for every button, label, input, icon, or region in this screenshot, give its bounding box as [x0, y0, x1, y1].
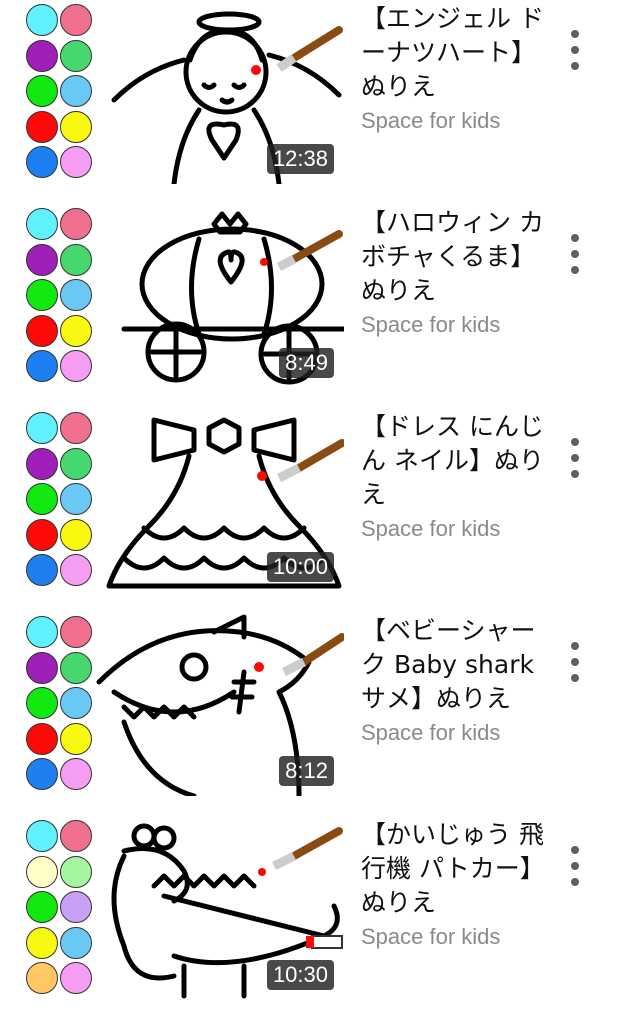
color-swatch: [60, 279, 92, 311]
color-swatch: [26, 926, 58, 959]
channel-name[interactable]: Space for kids: [361, 924, 551, 950]
color-swatch: [60, 4, 92, 36]
color-swatch: [26, 279, 58, 311]
video-thumbnail[interactable]: 10:00: [24, 408, 344, 592]
video-thumbnail[interactable]: 10:30: [24, 816, 344, 1000]
color-swatch: [26, 412, 58, 444]
color-swatch: [60, 483, 92, 515]
color-palette: [24, 816, 98, 1000]
video-thumbnail[interactable]: 12:38: [24, 0, 344, 184]
channel-name[interactable]: Space for kids: [361, 312, 551, 338]
color-swatch: [26, 350, 58, 382]
color-swatch: [60, 891, 92, 923]
color-palette: [24, 408, 98, 592]
color-swatch: [60, 208, 92, 240]
video-title[interactable]: 【ベビーシャーク Baby shark サメ】ぬりえ: [361, 614, 551, 716]
video-info[interactable]: 【エンジェル ドーナツハート】ぬりえ Space for kids: [361, 2, 551, 134]
color-swatch: [60, 962, 92, 994]
video-title[interactable]: 【ドレス にんじん ネイル】ぬりえ: [361, 410, 551, 512]
color-swatch: [26, 447, 58, 480]
color-swatch: [26, 39, 58, 72]
color-swatch: [26, 722, 58, 755]
video-item[interactable]: 12:38 【エンジェル ドーナツハート】ぬりえ Space for kids: [0, 0, 639, 200]
color-swatch: [60, 820, 92, 852]
color-swatch: [26, 4, 58, 36]
color-swatch: [26, 314, 58, 347]
channel-name[interactable]: Space for kids: [361, 720, 551, 746]
color-swatch: [60, 855, 92, 888]
video-info[interactable]: 【かいじゅう 飛行機 パトカー】ぬりえ Space for kids: [361, 818, 551, 950]
video-item[interactable]: 10:30 【かいじゅう 飛行機 パトカー】ぬりえ Space for kids: [0, 816, 639, 1016]
color-palette: [24, 204, 98, 388]
color-swatch: [60, 110, 92, 143]
color-swatch: [26, 75, 58, 107]
video-title[interactable]: 【ハロウィン カボチャくるま】ぬりえ: [361, 206, 551, 308]
video-item[interactable]: 8:12 【ベビーシャーク Baby shark サメ】ぬりえ Space fo…: [0, 612, 639, 812]
video-thumbnail[interactable]: 8:49: [24, 204, 344, 388]
color-swatch: [26, 820, 58, 852]
color-swatch: [60, 758, 92, 790]
video-duration: 10:30: [266, 960, 334, 990]
more-options-icon[interactable]: [560, 434, 590, 484]
color-swatch: [26, 483, 58, 515]
more-options-icon[interactable]: [560, 842, 590, 892]
color-swatch: [26, 208, 58, 240]
color-swatch: [60, 926, 92, 959]
channel-name[interactable]: Space for kids: [361, 108, 551, 134]
color-swatch: [26, 687, 58, 719]
color-swatch: [60, 350, 92, 382]
color-swatch: [26, 616, 58, 648]
color-swatch: [26, 855, 58, 888]
video-duration: 10:00: [266, 552, 334, 582]
color-swatch: [60, 447, 92, 480]
color-swatch: [26, 110, 58, 143]
video-thumbnail[interactable]: 8:12: [24, 612, 344, 796]
color-swatch: [60, 651, 92, 684]
color-swatch: [26, 891, 58, 923]
more-options-icon[interactable]: [560, 26, 590, 76]
color-swatch: [60, 146, 92, 178]
color-swatch: [60, 75, 92, 107]
color-swatch: [26, 518, 58, 551]
color-swatch: [60, 518, 92, 551]
video-item[interactable]: 8:49 【ハロウィン カボチャくるま】ぬりえ Space for kids: [0, 204, 639, 404]
color-swatch: [60, 39, 92, 72]
color-swatch: [26, 146, 58, 178]
more-options-icon[interactable]: [560, 230, 590, 280]
color-swatch: [26, 758, 58, 790]
color-swatch: [26, 962, 58, 994]
video-duration: 8:49: [279, 348, 334, 378]
video-info[interactable]: 【ベビーシャーク Baby shark サメ】ぬりえ Space for kid…: [361, 614, 551, 746]
video-info[interactable]: 【ハロウィン カボチャくるま】ぬりえ Space for kids: [361, 206, 551, 338]
color-swatch: [60, 687, 92, 719]
color-swatch: [60, 314, 92, 347]
channel-name[interactable]: Space for kids: [361, 516, 551, 542]
color-swatch: [26, 243, 58, 276]
color-swatch: [60, 412, 92, 444]
color-palette: [24, 612, 98, 796]
video-title[interactable]: 【かいじゅう 飛行機 パトカー】ぬりえ: [361, 818, 551, 920]
video-title[interactable]: 【エンジェル ドーナツハート】ぬりえ: [361, 2, 551, 104]
color-swatch: [60, 554, 92, 586]
color-swatch: [60, 243, 92, 276]
color-palette: [24, 0, 98, 184]
video-item[interactable]: 10:00 【ドレス にんじん ネイル】ぬりえ Space for kids: [0, 408, 639, 608]
color-swatch: [26, 651, 58, 684]
more-options-icon[interactable]: [560, 638, 590, 688]
video-duration: 8:12: [279, 756, 334, 786]
color-swatch: [26, 554, 58, 586]
video-duration: 12:38: [266, 144, 334, 174]
color-swatch: [60, 616, 92, 648]
video-info[interactable]: 【ドレス にんじん ネイル】ぬりえ Space for kids: [361, 410, 551, 542]
color-swatch: [60, 722, 92, 755]
